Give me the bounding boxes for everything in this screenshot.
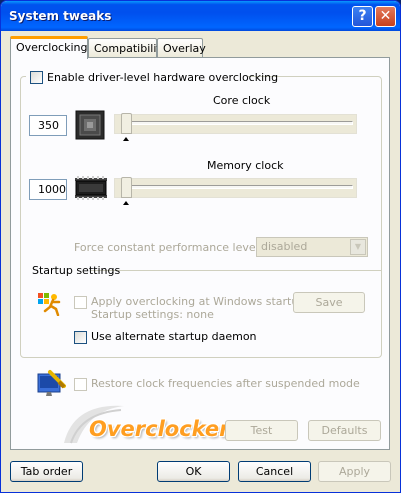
- restore-clocks-label[interactable]: Restore clock frequencies after suspende…: [91, 377, 360, 390]
- memory-clock-value[interactable]: 1000: [29, 179, 67, 200]
- apply-button[interactable]: Apply: [318, 461, 391, 482]
- enable-overclocking-label[interactable]: Enable driver-level hardware overclockin…: [47, 71, 278, 84]
- chevron-down-icon[interactable]: ▼: [350, 239, 366, 255]
- save-button[interactable]: Save: [293, 292, 365, 313]
- defaults-button[interactable]: Defaults: [308, 420, 381, 441]
- startup-settings-status: Startup settings: none: [91, 308, 214, 321]
- test-button[interactable]: Test: [225, 420, 298, 441]
- performance-level-value: disabled: [261, 240, 308, 253]
- core-clock-title: Core clock: [213, 94, 271, 107]
- tab-overlay[interactable]: Overlay: [157, 38, 206, 58]
- help-button[interactable]: ?: [352, 6, 373, 27]
- gpu-chip-icon: [75, 110, 105, 140]
- memory-clock-tick: [123, 201, 129, 205]
- cancel-button[interactable]: Cancel: [238, 461, 311, 482]
- enable-overclocking-checkbox[interactable]: [30, 71, 43, 84]
- core-clock-slider-thumb[interactable]: [121, 113, 132, 134]
- system-tweaks-window: System tweaks ? ✕ Overclocking Compatibi…: [0, 0, 401, 493]
- startup-settings-title: Startup settings: [32, 264, 121, 277]
- memory-clock-title: Memory clock: [207, 159, 284, 172]
- startup-separator: [91, 270, 381, 271]
- memory-chip-icon: [75, 176, 107, 200]
- core-clock-value[interactable]: 350: [29, 115, 67, 136]
- performance-level-label: Force constant performance level: [74, 241, 259, 254]
- core-clock-tick: [123, 137, 129, 141]
- display-brush-icon: [36, 368, 66, 398]
- apply-at-startup-label[interactable]: Apply overclocking at Windows startup: [91, 295, 305, 308]
- startup-runner-icon: [37, 290, 63, 317]
- tab-compatibility[interactable]: Compatibility: [88, 38, 167, 58]
- alternate-daemon-checkbox[interactable]: [74, 331, 87, 344]
- close-button[interactable]: ✕: [375, 6, 396, 27]
- tab-order-button[interactable]: Tab order: [10, 461, 83, 482]
- window-title: System tweaks: [9, 9, 112, 23]
- restore-clocks-checkbox[interactable]: [74, 378, 87, 391]
- ok-button[interactable]: OK: [157, 461, 230, 482]
- memory-clock-slider-thumb[interactable]: [121, 177, 132, 198]
- title-bar[interactable]: System tweaks ? ✕: [1, 1, 400, 31]
- overclocking-panel: Enable driver-level hardware overclockin…: [10, 57, 390, 450]
- apply-at-startup-checkbox[interactable]: [74, 296, 87, 309]
- performance-level-select[interactable]: disabled ▼: [256, 237, 368, 257]
- alternate-daemon-label[interactable]: Use alternate startup daemon: [91, 330, 257, 343]
- tab-overclocking[interactable]: Overclocking: [10, 36, 88, 59]
